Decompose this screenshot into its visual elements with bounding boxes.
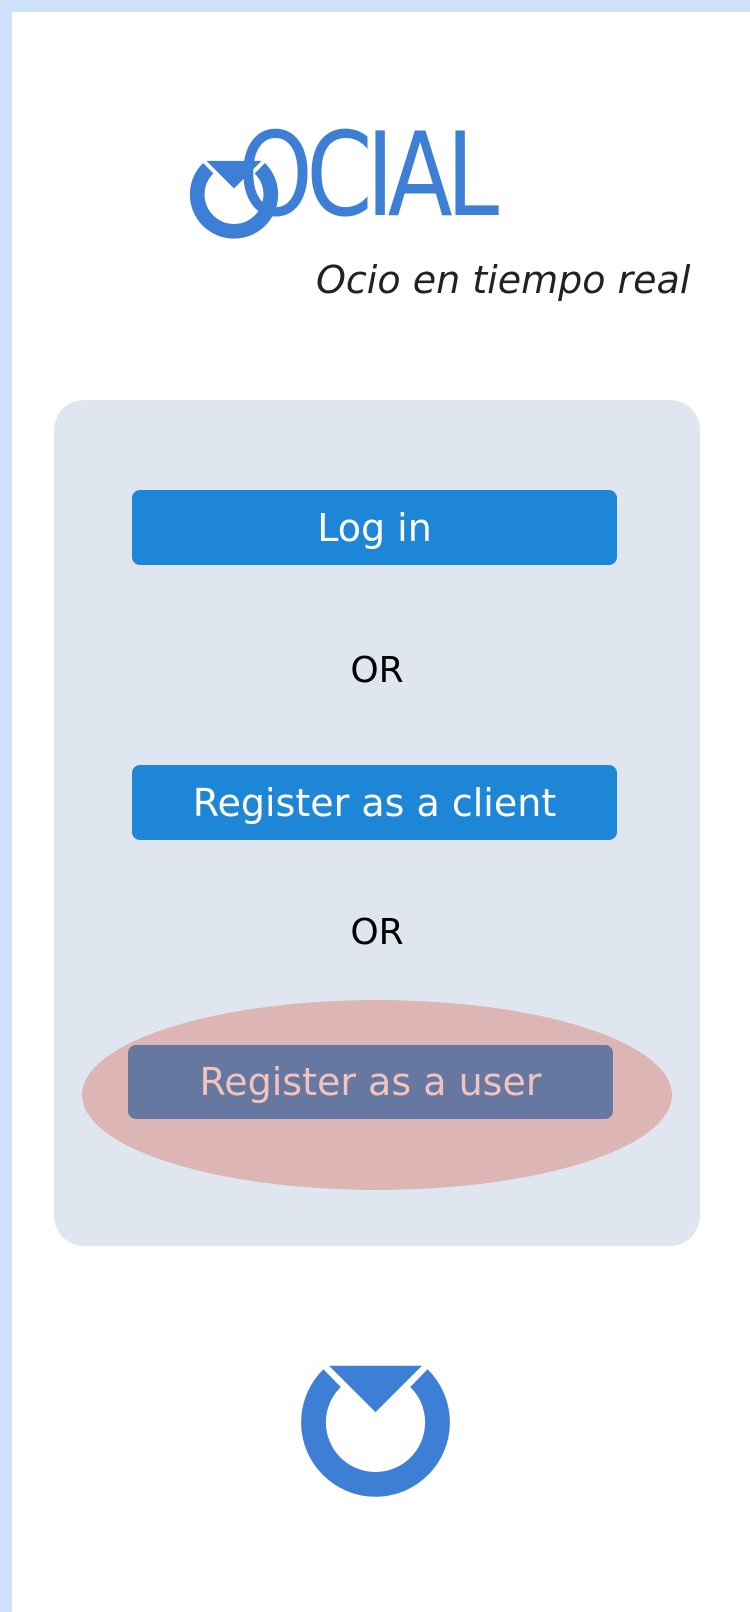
or-separator: OR: [350, 912, 404, 953]
login-button[interactable]: Log in: [132, 490, 617, 565]
auth-card: Log in OR Register as a client OR Regist…: [54, 400, 700, 1246]
register-user-button[interactable]: Register as a user: [128, 1045, 613, 1119]
footer-logo-icon: [298, 1344, 453, 1503]
welcome-screen: OCIAL Ocio en tiempo real Log in OR Regi…: [12, 12, 750, 1612]
brand-logo: OCIAL Ocio en tiempo real: [188, 118, 690, 330]
or-separator: OR: [350, 650, 404, 691]
logo-tagline: Ocio en tiempo real: [316, 258, 691, 302]
logo-wordmark: OCIAL: [238, 108, 499, 243]
register-client-button[interactable]: Register as a client: [132, 765, 617, 840]
